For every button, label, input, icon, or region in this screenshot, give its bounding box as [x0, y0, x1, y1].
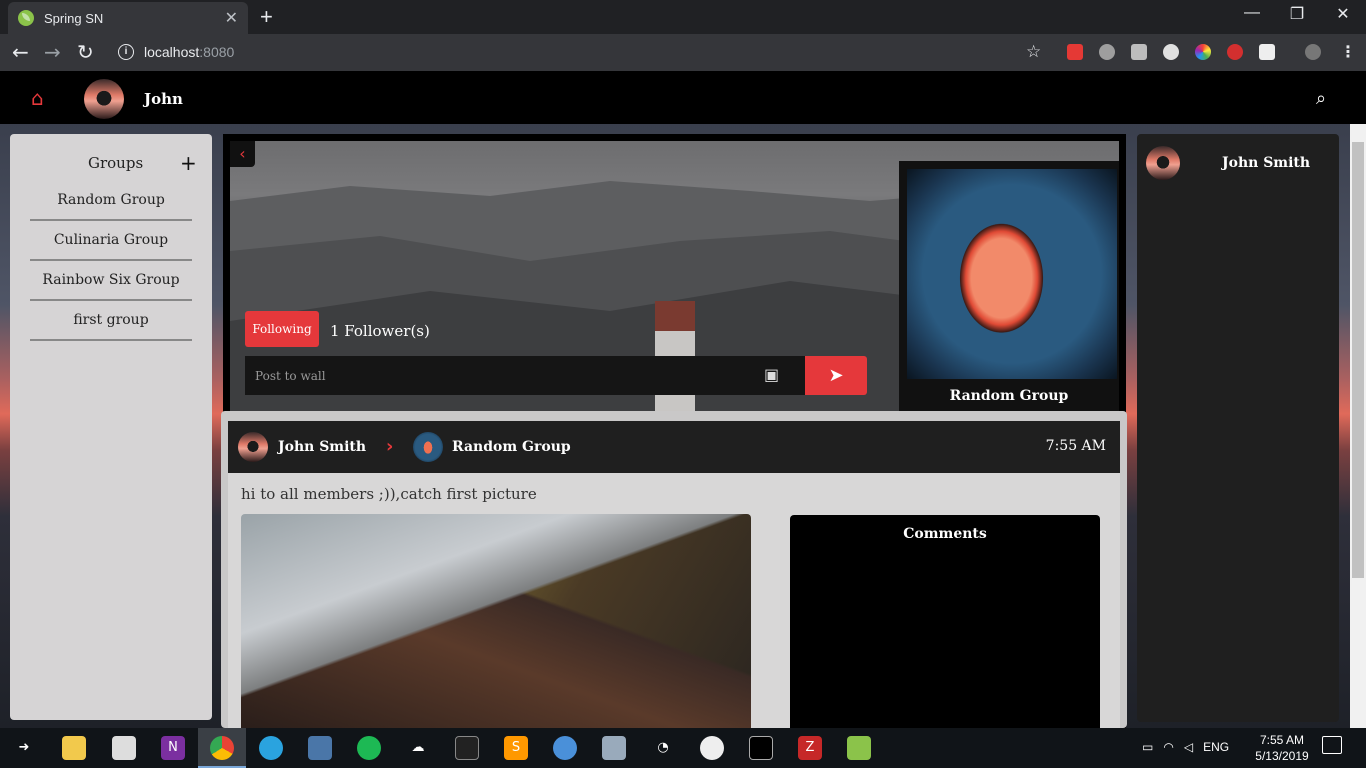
post-text: hi to all members ;)),catch first pictur…	[241, 485, 537, 503]
terminal-icon[interactable]	[749, 736, 773, 760]
url-host: localhost	[144, 44, 200, 60]
extension-icon[interactable]	[1099, 44, 1115, 60]
group-name: Random Group	[949, 388, 1069, 404]
groups-title: Groups	[88, 154, 144, 172]
home-icon[interactable]: ⌂	[31, 86, 44, 110]
forward-icon[interactable]: →	[44, 40, 61, 64]
avatar[interactable]	[238, 432, 268, 462]
info-icon[interactable]: i	[118, 44, 134, 60]
comments-title: Comments	[903, 526, 987, 542]
group-image	[907, 169, 1117, 379]
post-input[interactable]	[245, 356, 755, 395]
scrollbar-thumb[interactable]	[1352, 142, 1364, 578]
add-group-button[interactable]: +	[180, 151, 197, 175]
window-close-button[interactable]: ✕	[1320, 4, 1366, 24]
intellij-icon[interactable]	[455, 736, 479, 760]
system-tray: ▭ ◠ ◁ ENG	[1142, 740, 1229, 754]
comments-panel	[790, 515, 1100, 728]
file-explorer-icon[interactable]	[62, 736, 86, 760]
extension-icon[interactable]	[1131, 44, 1147, 60]
extension-icon[interactable]	[1195, 44, 1211, 60]
app-header	[0, 71, 1366, 124]
menu-kebab-icon[interactable]: ⋮	[1340, 42, 1356, 61]
spotify-icon[interactable]	[357, 736, 381, 760]
post-image[interactable]	[241, 514, 751, 728]
post-group[interactable]: Random Group	[452, 439, 571, 455]
friends-panel	[1137, 134, 1339, 722]
taskbar-clock[interactable]: 7:55 AM 5/13/2019	[1250, 732, 1314, 764]
start-icon[interactable]: ➜	[12, 736, 36, 760]
onenote-icon[interactable]: N	[161, 736, 185, 760]
followers-count: 1 Follower(s)	[330, 322, 430, 340]
back-arrow-icon[interactable]: ‹	[230, 141, 255, 167]
send-button[interactable]: ➤	[805, 356, 867, 395]
tab-close-icon[interactable]: ✕	[225, 8, 238, 28]
post-author[interactable]: John Smith	[278, 439, 366, 455]
chevron-right-icon: ›	[386, 436, 394, 457]
bookmark-star-icon[interactable]: ☆	[1026, 42, 1041, 62]
group-item[interactable]: Random Group	[30, 181, 192, 221]
new-tab-button[interactable]: +	[260, 4, 273, 30]
adblock-icon[interactable]	[1227, 44, 1243, 60]
spring-favicon-icon	[18, 10, 34, 26]
group-item[interactable]: Culinaria Group	[30, 221, 192, 261]
soundcloud-icon[interactable]: ☁	[406, 736, 430, 760]
store-icon[interactable]	[112, 736, 136, 760]
speedometer-icon[interactable]: ◔	[651, 736, 675, 760]
browser-tab[interactable]: Spring SN ✕	[8, 2, 248, 34]
package-icon[interactable]	[847, 736, 871, 760]
volume-icon[interactable]: ◁	[1184, 740, 1193, 754]
messenger-icon[interactable]	[308, 736, 332, 760]
following-button[interactable]: Following	[245, 311, 319, 347]
extension-icon[interactable]	[1259, 44, 1275, 60]
telegram-icon[interactable]	[259, 736, 283, 760]
url-port: :8080	[199, 44, 235, 60]
send-icon: ➤	[828, 365, 844, 386]
group-avatar[interactable]	[413, 432, 443, 462]
group-item[interactable]: first group	[30, 301, 192, 341]
notifications-icon[interactable]	[1322, 736, 1342, 754]
avatar[interactable]	[1146, 146, 1180, 180]
clock-time: 7:55 AM	[1259, 733, 1305, 747]
search-icon[interactable]: ⌕	[1316, 88, 1326, 109]
group-item[interactable]: Rainbow Six Group	[30, 261, 192, 301]
avatar[interactable]	[84, 79, 124, 119]
extension-icon[interactable]	[1067, 44, 1083, 60]
chrome-icon[interactable]	[210, 736, 234, 760]
battery-icon[interactable]: ▭	[1142, 740, 1153, 754]
filezilla-icon[interactable]: Z	[798, 736, 822, 760]
minimize-button[interactable]: —	[1229, 4, 1275, 22]
post-time: 7:55 AM	[1045, 438, 1106, 454]
tab-title: Spring SN	[44, 10, 104, 26]
profile-icon[interactable]	[1305, 44, 1321, 60]
restore-button[interactable]: ❐	[1274, 4, 1320, 24]
friend-name[interactable]: John Smith	[1222, 155, 1310, 171]
wifi-icon[interactable]: ◠	[1163, 740, 1173, 754]
qbittorrent-icon[interactable]	[553, 736, 577, 760]
sublime-icon[interactable]: S	[504, 736, 528, 760]
remote-desktop-icon[interactable]	[602, 736, 626, 760]
clock-date: 5/13/2019	[1255, 749, 1309, 763]
back-icon[interactable]: ←	[12, 40, 29, 64]
language-indicator[interactable]: ENG	[1203, 740, 1229, 754]
ubuntu-icon[interactable]	[700, 736, 724, 760]
reload-icon[interactable]: ↻	[77, 40, 94, 64]
header-username[interactable]: John	[144, 90, 183, 108]
url-field[interactable]: i localhost:8080	[106, 38, 1016, 66]
image-icon[interactable]: ▣	[764, 365, 779, 384]
extension-icon[interactable]	[1163, 44, 1179, 60]
